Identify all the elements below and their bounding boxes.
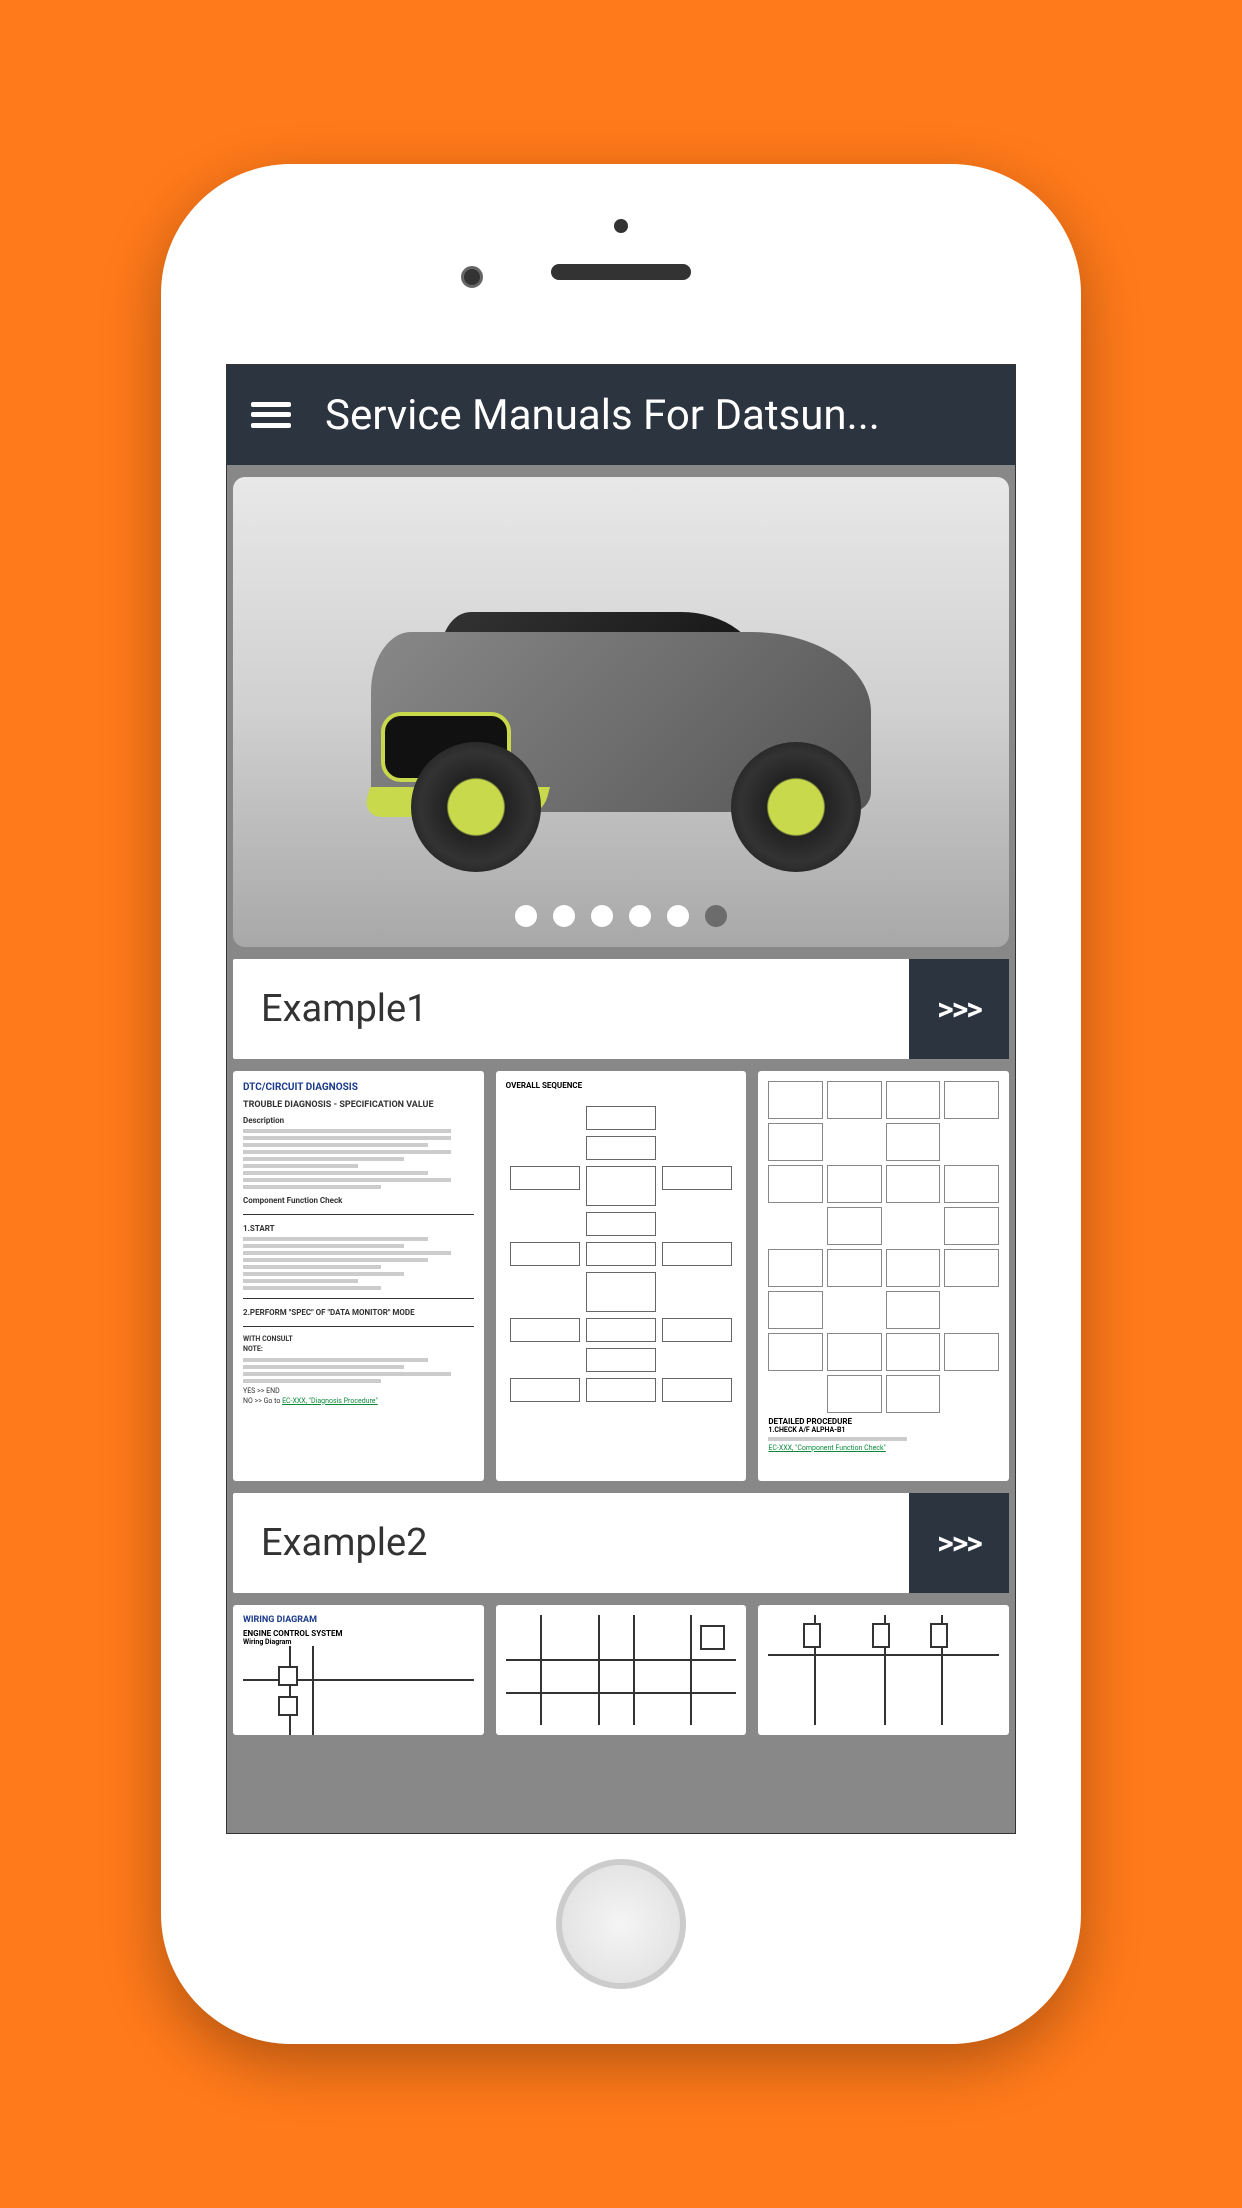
doc-subheading: TROUBLE DIAGNOSIS - SPECIFICATION VALUE [243,1099,474,1112]
phone-device-frame: Service Manuals For Datsun... [161,164,1081,2044]
wiring-diagram [506,1615,737,1725]
car-image [321,552,921,872]
phone-sensor [614,219,628,233]
home-button[interactable] [556,1859,686,1989]
doc-heading: DTC/CIRCUIT DIAGNOSIS [243,1081,474,1095]
manual-thumbnail[interactable]: OVERALL SEQUENCE [496,1071,747,1481]
app-bar: Service Manuals For Datsun... [227,365,1015,465]
manual-thumbnail[interactable]: DTC/CIRCUIT DIAGNOSIS TROUBLE DIAGNOSIS … [233,1071,484,1481]
menu-icon[interactable] [247,391,295,439]
thumbnail-row: WIRING DIAGRAM ENGINE CONTROL SYSTEM Wir… [233,1605,1009,1735]
manual-thumbnail[interactable] [496,1605,747,1735]
more-button[interactable]: >>> [909,1493,1009,1593]
manual-thumbnail[interactable]: WIRING DIAGRAM ENGINE CONTROL SYSTEM Wir… [233,1605,484,1735]
wiring-diagram [768,1615,999,1725]
manual-thumbnail[interactable]: DETAILED PROCEDURE 1.CHECK A/F ALPHA-B1 … [758,1071,1009,1481]
wiring-diagram [243,1646,474,1735]
pagination-dot[interactable] [667,905,689,927]
pagination-dot[interactable] [515,905,537,927]
pagination-dot-active[interactable] [705,905,727,927]
flowchart-diagram [506,1096,737,1412]
main-content[interactable]: Example1 >>> DTC/CIRCUIT DIAGNOSIS TROUB… [227,465,1015,1833]
more-button[interactable]: >>> [909,959,1009,1059]
thumbnail-row: DTC/CIRCUIT DIAGNOSIS TROUBLE DIAGNOSIS … [233,1071,1009,1481]
phone-camera [461,266,483,288]
app-title: Service Manuals For Datsun... [325,391,880,440]
section-title: Example1 [233,987,909,1031]
pagination-dot[interactable] [591,905,613,927]
procedure-diagram [768,1081,999,1413]
manual-thumbnail[interactable] [758,1605,1009,1735]
pagination-dot[interactable] [553,905,575,927]
app-screen: Service Manuals For Datsun... [226,364,1016,1834]
section-header-example1: Example1 >>> [233,959,1009,1059]
hero-carousel[interactable] [233,477,1009,947]
carousel-pagination [515,905,727,927]
section-title: Example2 [233,1521,909,1565]
phone-speaker [551,264,691,280]
pagination-dot[interactable] [629,905,651,927]
section-header-example2: Example2 >>> [233,1493,1009,1593]
